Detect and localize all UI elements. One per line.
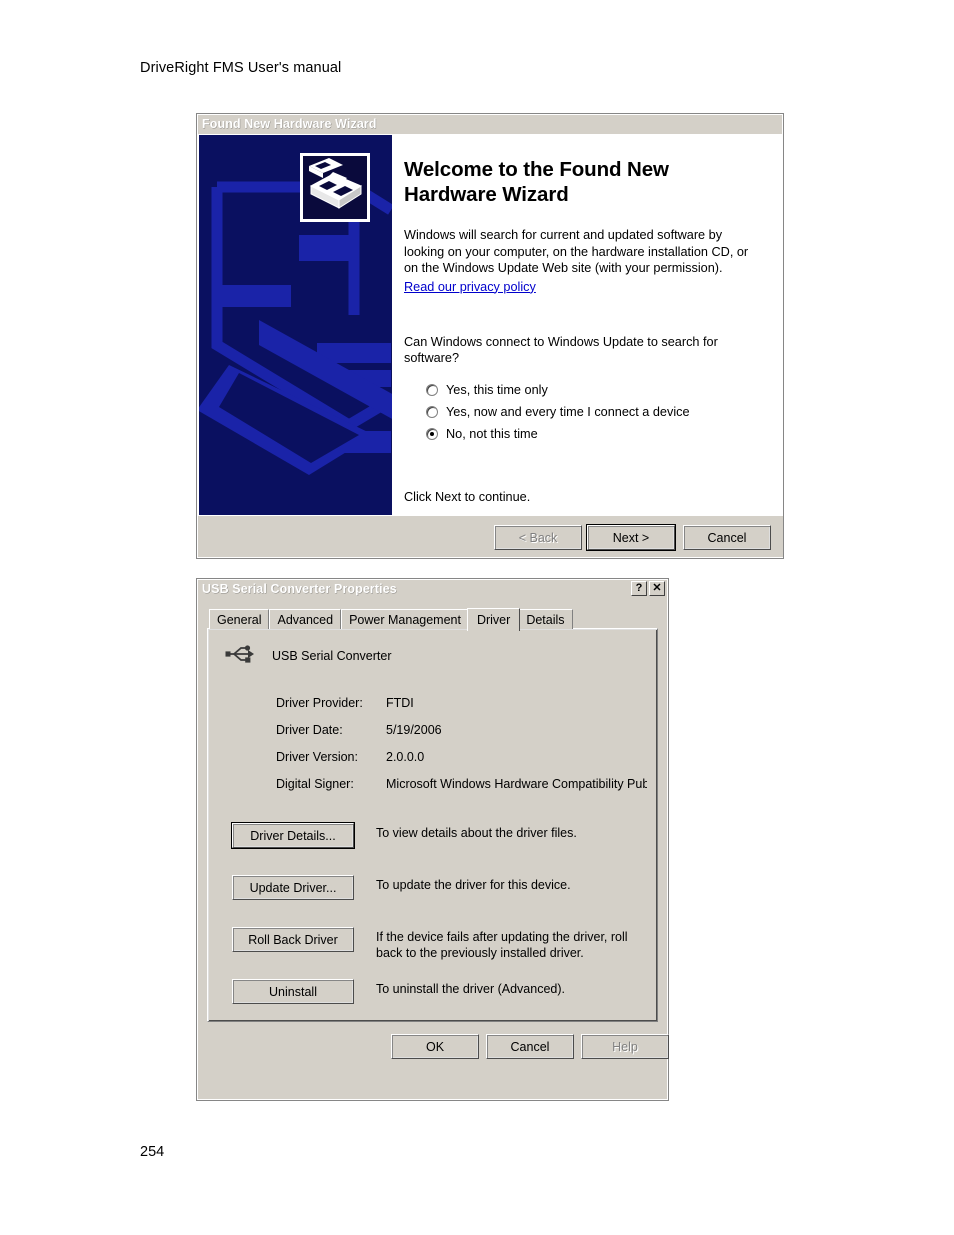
- close-icon[interactable]: ✕: [649, 581, 665, 596]
- uninstall-button[interactable]: Uninstall: [232, 979, 354, 1004]
- tab-advanced[interactable]: Advanced: [269, 609, 342, 629]
- driver-details-description: To view details about the driver files.: [376, 826, 577, 840]
- digital-signer-value: Microsoft Windows Hardware Compatibility…: [386, 776, 647, 791]
- update-driver-description: To update the driver for this device.: [376, 878, 571, 892]
- properties-inner: General Advanced Power Management Driver…: [198, 599, 669, 1099]
- cancel-button[interactable]: Cancel: [683, 525, 771, 550]
- wizard-content: Welcome to the Found New Hardware Wizard…: [392, 135, 782, 516]
- radio-icon: [426, 405, 438, 418]
- driver-version-value: 2.0.0.0: [386, 749, 425, 764]
- driver-version-label: Driver Version:: [276, 749, 358, 764]
- tab-details[interactable]: Details: [518, 609, 573, 629]
- page-number: 254: [140, 1144, 165, 1160]
- wizard-heading: Welcome to the Found New Hardware Wizard: [404, 158, 669, 206]
- driver-details-button[interactable]: Driver Details...: [231, 822, 355, 849]
- wizard-title: Found New Hardware Wizard: [202, 116, 377, 131]
- tab-general[interactable]: General: [209, 609, 270, 629]
- wizard-footer-text: Click Next to continue.: [404, 489, 531, 504]
- radio-icon: [426, 383, 438, 396]
- roll-back-driver-description: If the device fails after updating the d…: [376, 930, 628, 960]
- wizard-question-text: Can Windows connect to Windows Update to…: [404, 334, 718, 366]
- info-row: Driver Provider: FTDI: [276, 689, 647, 716]
- back-button[interactable]: < Back: [494, 525, 582, 550]
- next-button[interactable]: Next >: [586, 524, 676, 551]
- radio-option-no-not-this-time[interactable]: No, not this time: [426, 423, 764, 445]
- radio-option-yes-this-time-only[interactable]: Yes, this time only: [426, 379, 764, 401]
- ok-button[interactable]: OK: [391, 1034, 479, 1059]
- properties-titlebar[interactable]: USB Serial Converter Properties ? ✕: [197, 579, 668, 598]
- driver-date-value: 5/19/2006: [386, 722, 442, 737]
- driver-date-label: Driver Date:: [276, 722, 343, 737]
- info-row: Digital Signer: Microsoft Windows Hardwa…: [276, 770, 647, 797]
- help-button[interactable]: Help: [581, 1034, 669, 1059]
- digital-signer-label: Digital Signer:: [276, 776, 354, 791]
- info-row: Driver Version: 2.0.0.0: [276, 743, 647, 770]
- driver-provider-label: Driver Provider:: [276, 695, 363, 710]
- driver-provider-value: FTDI: [386, 695, 414, 710]
- help-icon[interactable]: ?: [631, 581, 647, 596]
- wizard-button-bar: < Back Next > Cancel: [198, 515, 783, 557]
- update-driver-button[interactable]: Update Driver...: [232, 875, 354, 900]
- properties-tabstrip: General Advanced Power Management Driver…: [207, 607, 658, 631]
- radio-icon-selected: [426, 427, 438, 440]
- radio-option-yes-every-time[interactable]: Yes, now and every time I connect a devi…: [426, 401, 764, 423]
- device-header-row: USB Serial Converter: [218, 641, 647, 671]
- driver-details-row: Driver Details... To view details about …: [231, 821, 647, 873]
- properties-title: USB Serial Converter Properties: [202, 581, 397, 596]
- found-new-hardware-wizard-dialog: Found New Hardware Wizard Welcome to the…: [196, 113, 784, 559]
- properties-button-bar: OK Cancel Help: [207, 1022, 669, 1066]
- usb-icon: [224, 644, 254, 669]
- windows-update-options-group: Yes, this time only Yes, now and every t…: [426, 379, 764, 445]
- device-name: USB Serial Converter: [272, 649, 392, 663]
- radio-label: No, not this time: [446, 426, 538, 441]
- privacy-policy-link[interactable]: Read our privacy policy: [404, 279, 536, 296]
- wizard-titlebar[interactable]: Found New Hardware Wizard: [197, 114, 783, 133]
- radio-label: Yes, now and every time I connect a devi…: [446, 404, 690, 419]
- wizard-body: Welcome to the Found New Hardware Wizard…: [198, 134, 783, 517]
- update-driver-row: Update Driver... To update the driver fo…: [232, 873, 647, 925]
- cancel-button[interactable]: Cancel: [486, 1034, 574, 1059]
- roll-back-driver-button[interactable]: Roll Back Driver: [232, 927, 354, 952]
- driver-info-grid: Driver Provider: FTDI Driver Date: 5/19/…: [276, 689, 647, 797]
- document-header: DriveRight FMS User's manual: [140, 60, 342, 76]
- tab-driver[interactable]: Driver: [466, 608, 521, 631]
- usb-serial-converter-properties-dialog: USB Serial Converter Properties ? ✕ Gene…: [196, 578, 669, 1101]
- uninstall-description: To uninstall the driver (Advanced).: [376, 982, 565, 996]
- radio-label: Yes, this time only: [446, 382, 548, 397]
- wizard-banner-graphic: [199, 135, 392, 516]
- hardware-device-icon: [300, 153, 370, 222]
- roll-back-driver-row: Roll Back Driver If the device fails aft…: [232, 925, 647, 977]
- wizard-intro-text: Windows will search for current and upda…: [404, 228, 749, 275]
- tab-power-management[interactable]: Power Management: [341, 609, 469, 629]
- info-row: Driver Date: 5/19/2006: [276, 716, 647, 743]
- driver-tab-panel: USB Serial Converter Driver Provider: FT…: [207, 628, 658, 1022]
